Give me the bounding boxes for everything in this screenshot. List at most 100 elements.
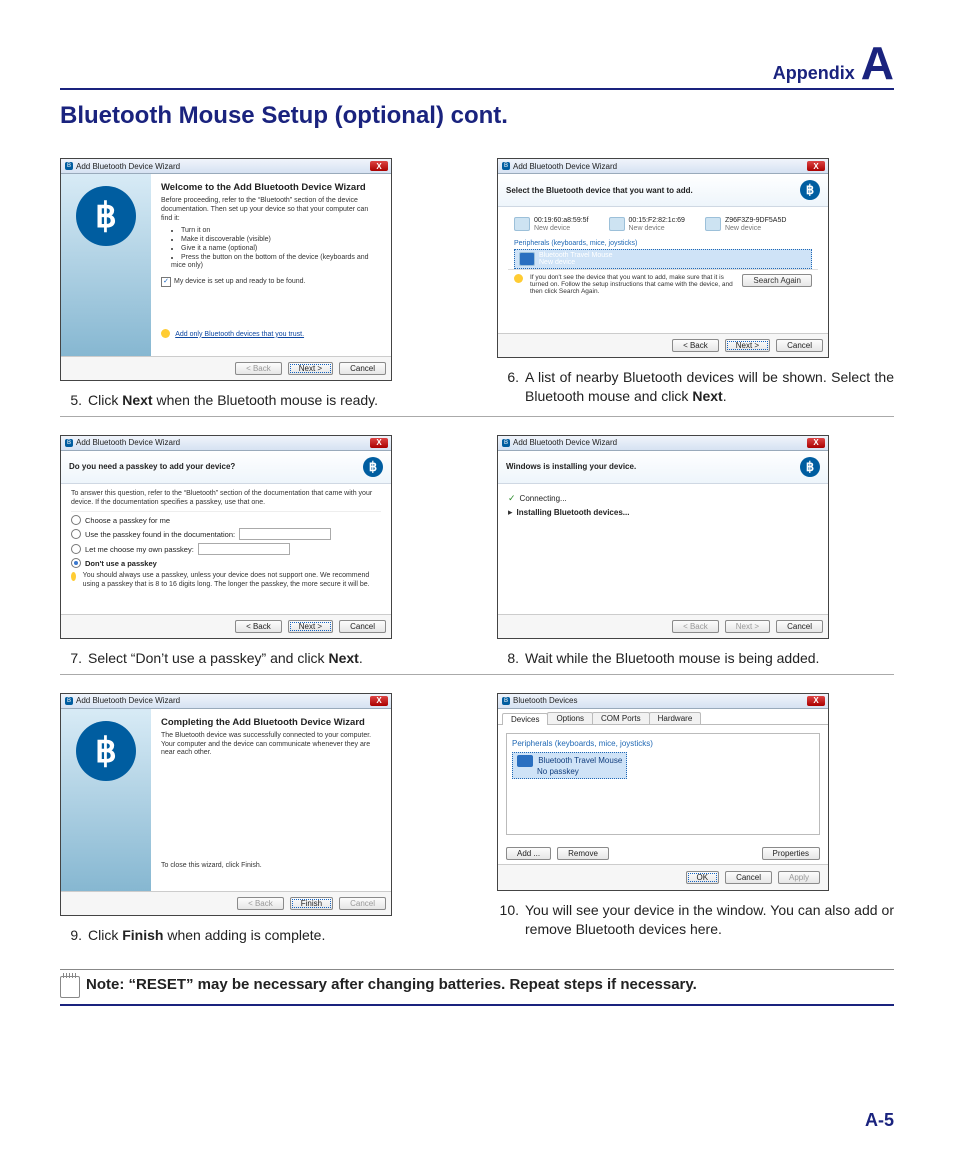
check-icon: ✓ [508, 493, 516, 504]
button-row: < Back Finish Cancel [61, 891, 391, 915]
step-9-caption: 9. Click Finish when adding is complete. [60, 926, 457, 945]
passkey-pane: To answer this question, refer to the “B… [61, 484, 391, 614]
device-item[interactable]: 00:19:60:a8:59:5fNew device [514, 217, 589, 232]
cancel-button[interactable]: Cancel [776, 339, 823, 352]
ok-button[interactable]: OK [686, 871, 720, 884]
add-button[interactable]: Add ... [506, 847, 551, 860]
page-title: Bluetooth Mouse Setup (optional) cont. [60, 102, 894, 130]
step-6-screenshot: B Add Bluetooth Device Wizard X Select t… [497, 158, 829, 358]
bluetooth-logo-icon: ฿ [76, 721, 136, 781]
tab-options[interactable]: Options [547, 712, 593, 724]
step-7-screenshot: B Add Bluetooth Device Wizard X Do you n… [60, 435, 392, 639]
cancel-button[interactable]: Cancel [339, 897, 386, 910]
row-7-8: B Add Bluetooth Device Wizard X Do you n… [60, 435, 894, 675]
tab-hardware[interactable]: Hardware [649, 712, 702, 724]
passkey-option-own[interactable]: Let me choose my own passkey: [71, 543, 381, 555]
info-icon [161, 329, 170, 338]
device-item-selected[interactable]: Bluetooth Travel MouseNew device [514, 249, 812, 269]
step-number: 10. [497, 901, 519, 939]
properties-button[interactable]: Properties [762, 847, 820, 860]
passkey-option-none[interactable]: Don't use a passkey [71, 558, 381, 568]
close-msg: To close this wizard, click Finish. [161, 862, 262, 871]
device-category: Peripherals (keyboards, mice, joysticks) [514, 240, 818, 247]
note-text: Note: “RESET” may be necessary after cha… [86, 976, 697, 993]
passkey-input[interactable] [239, 528, 331, 540]
ready-checkbox[interactable]: ✓ My device is set up and ready to be fo… [161, 277, 381, 287]
welcome-intro: Before proceeding, refer to the “Bluetoo… [161, 197, 381, 223]
hint-panel: If you don't see the device that you wan… [508, 269, 818, 299]
titlebar: B Add Bluetooth Device Wizard X [498, 159, 828, 174]
back-button[interactable]: < Back [235, 620, 282, 633]
close-icon[interactable]: X [370, 696, 388, 706]
bluetooth-icon: B [65, 439, 73, 447]
passkey-option-doc[interactable]: Use the passkey found in the documentati… [71, 528, 381, 540]
close-icon[interactable]: X [370, 161, 388, 171]
device-entry[interactable]: Bluetooth Travel Mouse No passkey [512, 752, 627, 779]
device-item[interactable]: Z96F3Z9-9DF5A5DNew device [705, 217, 786, 232]
bluetooth-logo-icon: ฿ [800, 180, 820, 200]
complete-msg: The Bluetooth device was successfully co… [161, 732, 381, 758]
wizard-step-header: Select the Bluetooth device that you wan… [506, 186, 693, 195]
passkey-option-auto[interactable]: Choose a passkey for me [71, 515, 381, 525]
titlebar: B Add Bluetooth Device Wizard X [61, 436, 391, 451]
device-list: 00:19:60:a8:59:5fNew device 00:15:F2:82:… [508, 213, 818, 236]
button-row: < Back Next > Cancel [61, 356, 391, 380]
mouse-icon [517, 755, 533, 767]
cancel-button[interactable]: Cancel [725, 871, 772, 884]
remove-button[interactable]: Remove [557, 847, 609, 860]
step-10-cell: B Bluetooth Devices X Devices Options CO… [497, 693, 894, 945]
setup-bullets: Turn it on Make it discoverable (visible… [171, 227, 381, 271]
step-9-screenshot: B Add Bluetooth Device Wizard X ฿ Comple… [60, 693, 392, 916]
bullet: Turn it on [171, 227, 381, 236]
wizard-title: Add Bluetooth Device Wizard [513, 438, 617, 447]
apply-button[interactable]: Apply [778, 871, 820, 884]
close-icon[interactable]: X [807, 438, 825, 448]
tab-devices[interactable]: Devices [502, 713, 548, 725]
back-button[interactable]: < Back [672, 339, 719, 352]
tab-com-ports[interactable]: COM Ports [592, 712, 650, 724]
button-row: < Back Next > Cancel [498, 333, 828, 357]
trust-link[interactable]: Add only Bluetooth devices that you trus… [175, 331, 304, 338]
step-number: 8. [497, 649, 519, 668]
wizard-header-band: Windows is installing your device. ฿ [498, 451, 828, 484]
search-again-button[interactable]: Search Again [742, 274, 812, 287]
back-button[interactable]: < Back [672, 620, 719, 633]
radio-icon [71, 515, 81, 525]
cancel-button[interactable]: Cancel [339, 362, 386, 375]
titlebar: B Bluetooth Devices X [498, 694, 828, 709]
device-listbox: Peripherals (keyboards, mice, joysticks)… [506, 733, 820, 835]
wizard-title: Add Bluetooth Device Wizard [76, 162, 180, 171]
step-number: 6. [497, 368, 519, 406]
next-button[interactable]: Next > [288, 620, 333, 633]
cancel-button[interactable]: Cancel [339, 620, 386, 633]
mouse-icon [519, 252, 535, 266]
passkey-input[interactable] [198, 543, 290, 555]
titlebar: B Add Bluetooth Device Wizard X [61, 159, 391, 174]
device-icon [705, 217, 721, 231]
device-actions: Add ... Remove Properties [498, 843, 828, 864]
next-button[interactable]: Next > [288, 362, 333, 375]
page-header: Appendix A [60, 40, 894, 90]
step-5-caption: 5. Click Next when the Bluetooth mouse i… [60, 391, 457, 410]
bullet: Give it a name (optional) [171, 245, 381, 254]
step-6-cell: B Add Bluetooth Device Wizard X Select t… [497, 158, 894, 410]
cancel-button[interactable]: Cancel [776, 620, 823, 633]
passkey-intro: To answer this question, refer to the “B… [71, 490, 381, 513]
back-button[interactable]: < Back [237, 897, 284, 910]
close-icon[interactable]: X [370, 438, 388, 448]
radio-icon [71, 529, 81, 539]
finish-button[interactable]: Finish [290, 897, 333, 910]
wizard-header-band: Select the Bluetooth device that you wan… [498, 174, 828, 207]
close-icon[interactable]: X [807, 161, 825, 171]
wizard-header-band: Do you need a passkey to add your device… [61, 451, 391, 484]
button-row: < Back Next > Cancel [61, 614, 391, 638]
device-item[interactable]: 00:15:F2:82:1c:69New device [609, 217, 685, 232]
wizard-left-panel: ฿ [61, 174, 151, 356]
progress-item: ✓Connecting... [508, 493, 818, 504]
step-number: 7. [60, 649, 82, 668]
bluetooth-icon: B [502, 439, 510, 447]
close-icon[interactable]: X [807, 696, 825, 706]
next-button[interactable]: Next > [725, 620, 770, 633]
back-button[interactable]: < Back [235, 362, 282, 375]
next-button[interactable]: Next > [725, 339, 770, 352]
